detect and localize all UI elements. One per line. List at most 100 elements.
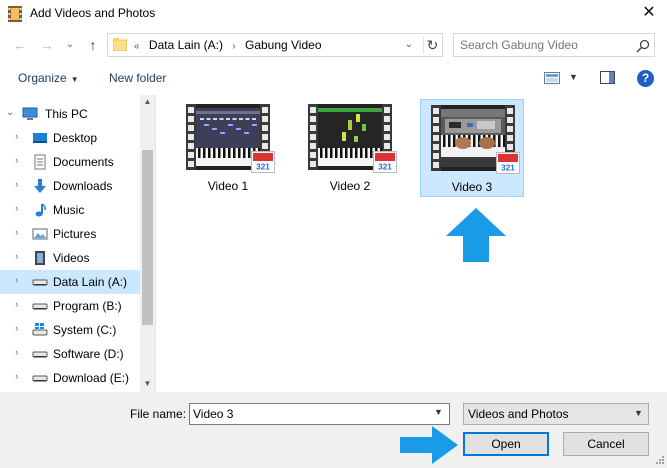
expand-chevron-icon[interactable]: ›: [15, 347, 18, 358]
nav-item-music[interactable]: › Music: [0, 198, 140, 222]
help-icon[interactable]: ?: [637, 70, 654, 87]
file-name: Video 1: [207, 179, 249, 193]
expand-chevron-icon[interactable]: ›: [15, 179, 18, 190]
file-item-video-1[interactable]: 321 Video 1: [176, 99, 280, 197]
back-arrow-icon[interactable]: ←: [10, 36, 30, 54]
film-perforation: [308, 104, 318, 170]
recent-locations-chevron-icon[interactable]: ⌄: [60, 36, 80, 54]
window-title: Add Videos and Photos: [30, 6, 156, 20]
expand-chevron-icon[interactable]: ›: [15, 251, 18, 262]
address-bar[interactable]: « Data Lain (A:) › Gabung Video ⌄ ↻: [107, 33, 443, 57]
up-pointer-arrow-icon: [446, 208, 506, 262]
nav-item-pictures[interactable]: › Pictures: [0, 222, 140, 246]
file-type-chevron-icon[interactable]: ▼: [634, 408, 643, 418]
file-item-video-2[interactable]: 321 Video 2: [298, 99, 402, 197]
pane-divider[interactable]: [155, 95, 156, 392]
search-input[interactable]: [460, 37, 630, 53]
file-name-input[interactable]: [193, 406, 423, 422]
windows-drive-icon: [32, 322, 48, 338]
nav-item-documents[interactable]: › Documents: [0, 150, 140, 174]
expand-chevron-icon[interactable]: ›: [15, 155, 18, 166]
resize-grip-icon[interactable]: [653, 455, 665, 467]
downloads-icon: [32, 178, 48, 194]
pictures-icon: [32, 226, 48, 242]
breadcrumb-separator-icon[interactable]: ›: [232, 41, 235, 52]
file-item-video-3[interactable]: 321 Video 3: [420, 99, 524, 197]
preview-pane-icon[interactable]: [600, 71, 615, 84]
scroll-up-icon[interactable]: ▲: [140, 95, 155, 109]
file-name-label: File name:: [130, 407, 187, 421]
film-perforation: [431, 105, 441, 171]
breadcrumb-folder[interactable]: Gabung Video: [245, 38, 322, 52]
drive-icon: [32, 346, 48, 362]
expand-chevron-icon[interactable]: ›: [15, 371, 18, 382]
nav-item-data-lain-a[interactable]: › Data Lain (A:): [0, 270, 140, 294]
address-dropdown-chevron-icon[interactable]: ⌄: [402, 37, 416, 53]
file-name-combobox[interactable]: ▼: [189, 403, 450, 425]
nav-item-label: Videos: [53, 251, 90, 265]
breadcrumb-overflow[interactable]: «: [134, 41, 140, 52]
nav-item-label: Downloads: [53, 179, 113, 193]
breadcrumb-drive[interactable]: Data Lain (A:): [149, 38, 223, 52]
right-pointer-arrow-icon: [400, 426, 458, 464]
nav-item-program-b[interactable]: › Program (B:): [0, 294, 140, 318]
nav-item-desktop[interactable]: › Desktop: [0, 126, 140, 150]
organize-menu[interactable]: Organize ▼: [18, 71, 79, 85]
drive-icon: [32, 298, 48, 314]
forward-arrow-icon[interactable]: →: [37, 36, 57, 54]
file-type-select[interactable]: Videos and Photos ▼: [463, 403, 649, 425]
nav-item-label: Documents: [53, 155, 114, 169]
nav-item-label: Desktop: [53, 131, 98, 145]
drive-icon: [32, 274, 48, 290]
file-name-chevron-icon[interactable]: ▼: [434, 407, 443, 417]
drive-icon: [32, 370, 48, 386]
nav-item-label: System (C:): [53, 323, 117, 337]
search-box[interactable]: [453, 33, 655, 57]
nav-item-download-e[interactable]: › Download (E:): [0, 366, 140, 390]
film-perforation: [186, 104, 196, 170]
nav-item-system-c[interactable]: › System (C:): [0, 318, 140, 342]
navigation-scrollbar[interactable]: ▲ ▼: [140, 95, 155, 392]
nav-item-label: Music: [53, 203, 85, 217]
nav-item-this-pc[interactable]: ⌄ This PC: [0, 102, 140, 126]
desktop-icon: [32, 130, 48, 146]
refresh-icon[interactable]: ↻: [423, 36, 441, 54]
navigation-pane: ⌄ This PC › Desktop › Documents › Downloads › Mus…: [0, 95, 155, 392]
computer-icon: [22, 106, 38, 122]
organize-label: Organize: [18, 71, 67, 85]
expand-chevron-icon[interactable]: ›: [15, 227, 18, 238]
open-button[interactable]: Open: [463, 432, 549, 456]
documents-icon: [32, 154, 48, 170]
change-view-icon[interactable]: [544, 72, 560, 84]
expand-chevron-icon[interactable]: ›: [15, 323, 18, 334]
scrollbar-thumb[interactable]: [142, 150, 153, 325]
search-icon[interactable]: [636, 39, 650, 53]
badge-text: 321: [501, 163, 515, 172]
title-bar: Add Videos and Photos ✕: [0, 0, 667, 28]
media-player-badge-icon: 321: [496, 152, 520, 174]
expand-chevron-icon[interactable]: ›: [15, 131, 18, 142]
folder-icon: [113, 38, 127, 51]
up-arrow-icon[interactable]: ↑: [83, 36, 103, 54]
nav-item-label: Pictures: [53, 227, 97, 241]
nav-item-downloads[interactable]: › Downloads: [0, 174, 140, 198]
badge-text: 321: [378, 162, 392, 171]
expand-chevron-icon[interactable]: ›: [15, 275, 18, 286]
file-name: Video 3: [451, 180, 493, 194]
close-icon[interactable]: ✕: [631, 0, 667, 28]
cancel-button[interactable]: Cancel: [563, 432, 649, 456]
scroll-down-icon[interactable]: ▼: [140, 377, 155, 391]
file-name: Video 2: [329, 179, 371, 193]
videos-icon: [32, 250, 48, 266]
new-folder-button[interactable]: New folder: [109, 71, 166, 85]
expand-chevron-icon[interactable]: ›: [15, 299, 18, 310]
expanded-chevron-icon[interactable]: ⌄: [6, 107, 14, 118]
badge-text: 321: [256, 162, 270, 171]
expand-chevron-icon[interactable]: ›: [15, 203, 18, 214]
nav-item-videos[interactable]: › Videos: [0, 246, 140, 270]
caret-down-icon: ▼: [70, 75, 79, 84]
view-options-caret-icon[interactable]: ▼: [569, 72, 578, 82]
nav-item-software-d[interactable]: › Software (D:): [0, 342, 140, 366]
music-icon: [32, 202, 48, 218]
nav-item-label: Data Lain (A:): [53, 275, 128, 289]
